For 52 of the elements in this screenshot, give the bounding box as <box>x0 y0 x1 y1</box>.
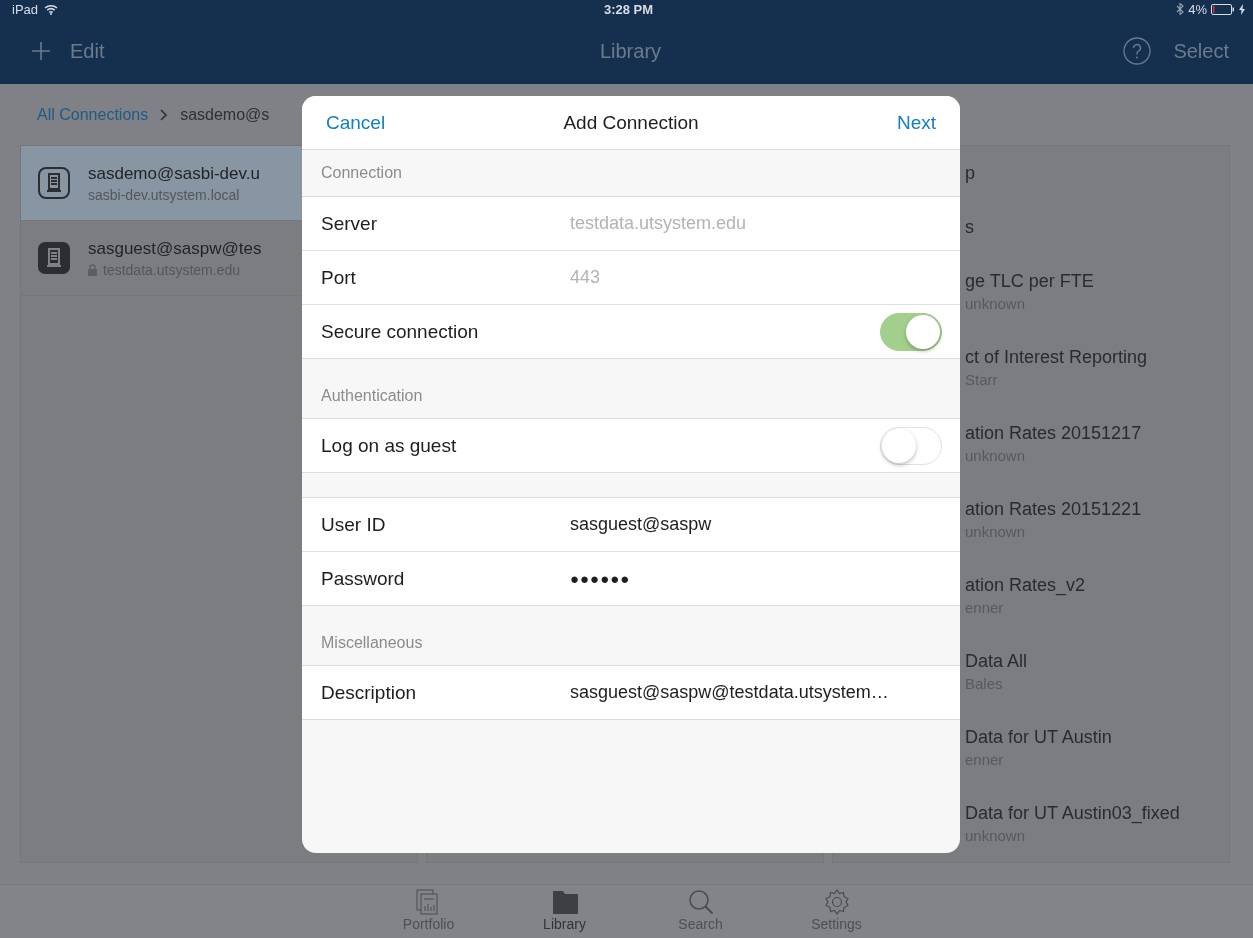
field-label: Port <box>321 266 357 289</box>
toggle-switch[interactable] <box>880 426 942 465</box>
report-title[interactable]: Data for UT Austin <box>965 725 1229 749</box>
report-title[interactable]: Data for UT Austin03_fixed <box>965 801 1229 825</box>
toggle-switch[interactable] <box>880 312 942 351</box>
bluetooth-icon <box>1176 3 1185 15</box>
breadcrumb-link[interactable]: All Connections <box>37 105 149 124</box>
add-icon[interactable] <box>32 42 50 60</box>
breadcrumb-current: sasdemo@s <box>180 105 270 124</box>
wifi-icon <box>44 3 59 15</box>
report-title[interactable]: p <box>965 161 1229 185</box>
password-field[interactable]: ●●●●●● <box>570 570 942 587</box>
field-label: User ID <box>321 513 387 536</box>
search-icon <box>687 889 714 915</box>
input-field[interactable]: sasguest@saspw <box>570 514 942 535</box>
connection-name: sasdemo@sasbi-dev.u <box>88 163 260 184</box>
input-field[interactable]: sasguest@saspw@testdata.utsystem… <box>570 682 942 703</box>
next-button[interactable]: Next <box>846 111 936 134</box>
section-header: Connection <box>321 164 402 182</box>
server-icon <box>38 167 70 199</box>
dialog-title: Add Connection <box>563 111 699 134</box>
help-icon[interactable] <box>1123 37 1152 65</box>
server-icon <box>38 242 70 274</box>
field-label: Log on as guest <box>321 434 458 457</box>
input-field[interactable]: 443 <box>570 267 942 288</box>
input-field[interactable]: testdata.utsystem.edu <box>570 213 942 234</box>
report-title[interactable]: ct of Interest Reporting <box>965 345 1229 369</box>
nav-title: Library <box>599 39 662 63</box>
connection-host: sasbi-dev.utsystem.local <box>88 186 240 203</box>
tab-item[interactable]: Library <box>531 885 598 938</box>
field-label: Secure connection <box>321 320 480 343</box>
settings-icon <box>823 889 850 915</box>
report-title[interactable]: s <box>965 215 1229 239</box>
section-header: Miscellaneous <box>321 634 423 652</box>
carrier-label: iPad <box>12 1 39 17</box>
section-header: Authentication <box>321 387 423 405</box>
battery-icon <box>1211 3 1235 15</box>
connection-name: sasguest@saspw@tes <box>88 238 262 259</box>
edit-button[interactable]: Edit <box>70 39 105 63</box>
field-label: Description <box>321 681 418 704</box>
cancel-button[interactable]: Cancel <box>326 111 416 134</box>
clock-time: 3:28 PM <box>603 1 654 17</box>
battery-percent: 4% <box>1188 1 1207 17</box>
field-label: Password <box>321 567 406 590</box>
select-button[interactable]: Select <box>1173 39 1229 63</box>
report-title[interactable]: ation Rates_v2 <box>965 573 1229 597</box>
report-title[interactable]: ation Rates 20151217 <box>965 421 1229 445</box>
chevron-right-icon <box>160 108 169 121</box>
report-title[interactable]: ation Rates 20151221 <box>965 497 1229 521</box>
report-title[interactable]: ge TLC per FTE <box>965 269 1229 293</box>
report-title[interactable]: Data All <box>965 649 1229 673</box>
folder-icon <box>551 889 578 915</box>
